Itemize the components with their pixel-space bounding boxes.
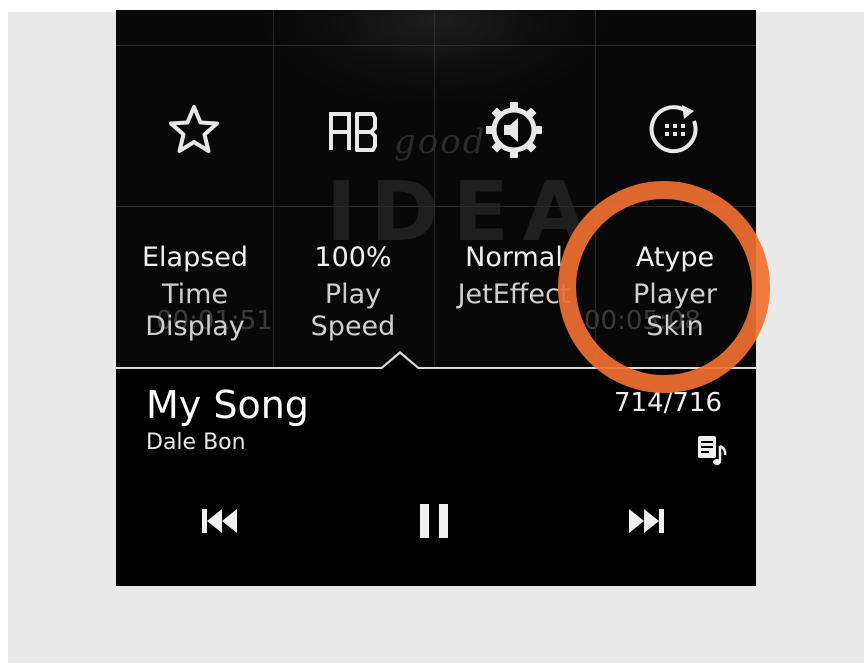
ab-repeat-button[interactable] <box>313 90 393 170</box>
player-skin-value: Atype <box>635 242 715 273</box>
grid-line <box>116 45 756 46</box>
player-skin-caption-1: Player <box>632 279 718 310</box>
skin-refresh-icon <box>649 105 698 154</box>
pause-button[interactable] <box>404 496 464 546</box>
jeteffect-label: Normal JetEffect <box>435 236 593 311</box>
time-display-caption-1: Time <box>161 279 229 310</box>
audio-settings-gear-icon <box>486 102 542 158</box>
menu-pointer-notch-inner <box>382 354 418 369</box>
pause-icon <box>420 504 448 538</box>
next-track-button[interactable] <box>616 496 676 546</box>
album-art-text-small: good <box>394 122 487 162</box>
song-artist: Dale Bon <box>146 430 246 455</box>
menu-divider <box>116 367 756 369</box>
track-position: 714/716 <box>613 388 722 418</box>
jeteffect-value: Normal <box>465 242 563 273</box>
time-display-caption-2: Display <box>145 311 245 342</box>
time-display-label: Elapsed Time Display <box>116 236 274 343</box>
ab-repeat-icon <box>329 112 377 152</box>
jeteffect-button[interactable] <box>474 90 554 170</box>
play-speed-value: 100% <box>314 242 392 273</box>
playlist-button[interactable] <box>696 434 728 468</box>
song-title: My Song <box>146 383 309 427</box>
play-speed-label: 100% Play Speed <box>274 236 432 343</box>
player-skin-caption-2: Skin <box>646 311 704 342</box>
time-display-value: Elapsed <box>141 242 249 273</box>
previous-icon <box>202 509 237 533</box>
player-skin-button[interactable] <box>635 90 715 170</box>
next-icon <box>629 509 664 533</box>
music-player: good IDEA 00:01:51 00:05:08 Elapsed Time… <box>116 10 756 586</box>
play-speed-caption-2: Speed <box>310 311 396 342</box>
favorite-star-button[interactable] <box>154 90 234 170</box>
playlist-music-icon <box>698 436 727 465</box>
player-skin-label: Atype Player Skin <box>596 236 754 343</box>
jeteffect-caption-1: JetEffect <box>457 279 571 310</box>
star-icon <box>169 105 219 153</box>
play-speed-caption-1: Play <box>324 279 382 310</box>
previous-track-button[interactable] <box>190 496 250 546</box>
